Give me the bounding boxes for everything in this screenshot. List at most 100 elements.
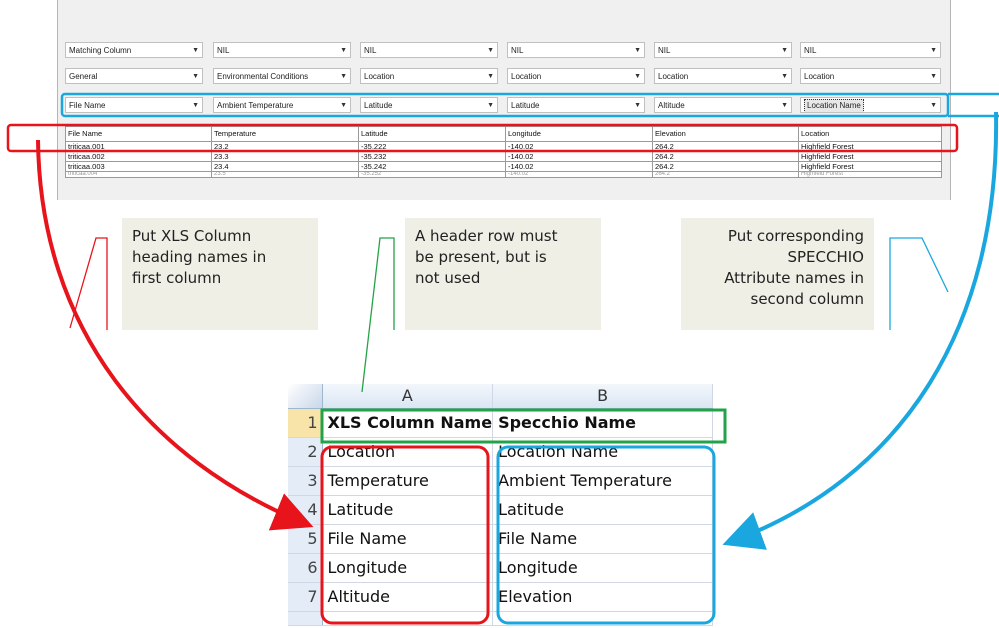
spreadsheet-row: 1 XLS Column Name Specchio Name	[288, 408, 714, 438]
spreadsheet-cell[interactable]: Longitude	[322, 553, 494, 583]
spreadsheet-cell[interactable]: Location	[322, 437, 494, 467]
mapping-dropdown[interactable]: Latitude ▼	[507, 97, 645, 113]
row-number[interactable]: 4	[288, 495, 323, 525]
mapping-dropdown[interactable]: Matching Column ▼	[65, 42, 203, 58]
mapping-dropdown[interactable]: Location ▼	[360, 68, 498, 84]
table-cell: 23.5	[211, 171, 359, 178]
mapping-dropdown[interactable]: Environmental Conditions ▼	[213, 68, 351, 84]
column-header[interactable]: Location	[798, 126, 942, 142]
spreadsheet-row: 5 File Name File Name	[288, 524, 714, 554]
chevron-down-icon: ▼	[340, 73, 347, 80]
mapping-dropdown[interactable]: File Name ▼	[65, 97, 203, 113]
row-number[interactable]	[288, 611, 323, 626]
chevron-down-icon: ▼	[930, 47, 937, 54]
column-header[interactable]: Elevation	[652, 126, 799, 142]
callout-line: Put XLS Column	[132, 227, 252, 245]
spreadsheet-cell[interactable]: XLS Column Name	[322, 408, 494, 438]
table-cell: -140.02	[505, 161, 653, 172]
callout-line: A header row must	[415, 227, 558, 245]
mapping-dropdown[interactable]: Altitude ▼	[654, 97, 792, 113]
row-number[interactable]: 5	[288, 524, 323, 554]
callout-line: heading names in	[132, 248, 267, 266]
row-number[interactable]: 3	[288, 466, 323, 496]
callout-line: SPECCHIO	[787, 248, 864, 266]
mapping-dropdown[interactable]: NIL ▼	[360, 42, 498, 58]
spreadsheet-cell[interactable]: File Name	[322, 524, 494, 554]
table-cell: 264.2	[652, 151, 799, 162]
dropdown-value: NIL	[804, 46, 817, 55]
table-cell: -35.252	[358, 171, 506, 178]
table-row[interactable]: triticaa.001 23.2 -35.222 -140.02 264.2 …	[65, 141, 942, 152]
table-cell: 264.2	[652, 141, 799, 152]
spreadsheet-row: 7 Altitude Elevation	[288, 582, 714, 612]
row-number[interactable]: 1	[288, 408, 323, 438]
callout-line: be present, but is	[415, 248, 547, 266]
mapping-dropdown[interactable]: NIL ▼	[213, 42, 351, 58]
spreadsheet-cell[interactable]: Specchio Name	[492, 408, 714, 438]
spreadsheet-cell[interactable]: File Name	[492, 524, 714, 554]
spreadsheet-grid: A B 1 XLS Column Name Specchio Name 2 Lo…	[288, 384, 714, 626]
column-header[interactable]: Temperature	[211, 126, 359, 142]
table-cell: 23.3	[211, 151, 359, 162]
spreadsheet-cell[interactable]: Altitude	[322, 582, 494, 612]
mapping-dropdown[interactable]: Location ▼	[800, 68, 941, 84]
chevron-down-icon: ▼	[930, 102, 937, 109]
mapping-dropdown[interactable]: Location ▼	[507, 68, 645, 84]
chevron-down-icon: ▼	[192, 73, 199, 80]
dropdown-value: Latitude	[511, 101, 540, 110]
mapping-dropdown[interactable]: NIL ▼	[654, 42, 792, 58]
spreadsheet-cell[interactable]	[322, 611, 494, 626]
table-cell: -140.02	[505, 151, 653, 162]
callout-line: first column	[132, 269, 222, 287]
table-row[interactable]: triticaa.002 23.3 -35.232 -140.02 264.2 …	[65, 151, 942, 162]
chevron-down-icon: ▼	[340, 47, 347, 54]
chevron-down-icon: ▼	[487, 73, 494, 80]
column-header[interactable]: Latitude	[358, 126, 506, 142]
column-header[interactable]: Longitude	[505, 126, 653, 142]
row-number[interactable]: 2	[288, 437, 323, 467]
column-header-b[interactable]: B	[492, 384, 714, 409]
table-cell: Highfield Forest	[798, 161, 942, 172]
table-cell: triticaa.004	[65, 171, 212, 178]
dropdown-value: NIL	[217, 46, 230, 55]
table-row[interactable]: triticaa.004 23.5 -35.252 -140.02 264.2 …	[65, 171, 942, 178]
spreadsheet-cell[interactable]: Latitude	[322, 495, 494, 525]
mapping-dropdown[interactable]: Ambient Temperature ▼	[213, 97, 351, 113]
spreadsheet: A B 1 XLS Column Name Specchio Name 2 Lo…	[288, 384, 725, 628]
mapping-dropdown[interactable]: Location ▼	[654, 68, 792, 84]
spreadsheet-cell[interactable]: Elevation	[492, 582, 714, 612]
dropdown-value: Location	[658, 72, 689, 81]
spreadsheet-cell[interactable]: Longitude	[492, 553, 714, 583]
mapping-dropdown[interactable]: General ▼	[65, 68, 203, 84]
callout-connector-middle	[361, 237, 395, 393]
mapping-dropdown[interactable]: NIL ▼	[800, 42, 941, 58]
callout-xls-column-names: Put XLS Column heading names in first co…	[122, 218, 318, 330]
table-cell: 23.4	[211, 161, 359, 172]
column-header[interactable]: File Name	[65, 126, 212, 142]
row-number[interactable]: 6	[288, 553, 323, 583]
spreadsheet-cell[interactable]: Latitude	[492, 495, 714, 525]
table-cell: -35.222	[358, 141, 506, 152]
table-row[interactable]: triticaa.003 23.4 -35.242 -140.02 264.2 …	[65, 161, 942, 172]
spreadsheet-cell[interactable]: Location Name	[492, 437, 714, 467]
mapping-dropdown[interactable]: Latitude ▼	[360, 97, 498, 113]
mapping-dropdown[interactable]: Location Name ▼	[800, 97, 941, 113]
callout-line: Attribute names in	[724, 269, 864, 287]
callout-line: second column	[750, 290, 864, 308]
row-number[interactable]: 7	[288, 582, 323, 612]
select-all-corner[interactable]	[288, 384, 323, 409]
dropdown-value: Environmental Conditions	[217, 72, 309, 81]
spreadsheet-cell[interactable]: Temperature	[322, 466, 494, 496]
spreadsheet-cell[interactable]	[492, 611, 714, 626]
table-cell: triticaa.003	[65, 161, 212, 172]
mapping-dropdown[interactable]: NIL ▼	[507, 42, 645, 58]
chevron-down-icon: ▼	[634, 47, 641, 54]
spreadsheet-row: 6 Longitude Longitude	[288, 553, 714, 583]
table-cell: Highfield Forest	[798, 151, 942, 162]
chevron-down-icon: ▼	[487, 47, 494, 54]
column-header-a[interactable]: A	[322, 384, 494, 409]
spreadsheet-cell[interactable]: Ambient Temperature	[492, 466, 714, 496]
callout-connector-right	[889, 237, 949, 330]
dropdown-value: Location	[511, 72, 542, 81]
callout-line: not used	[415, 269, 481, 287]
